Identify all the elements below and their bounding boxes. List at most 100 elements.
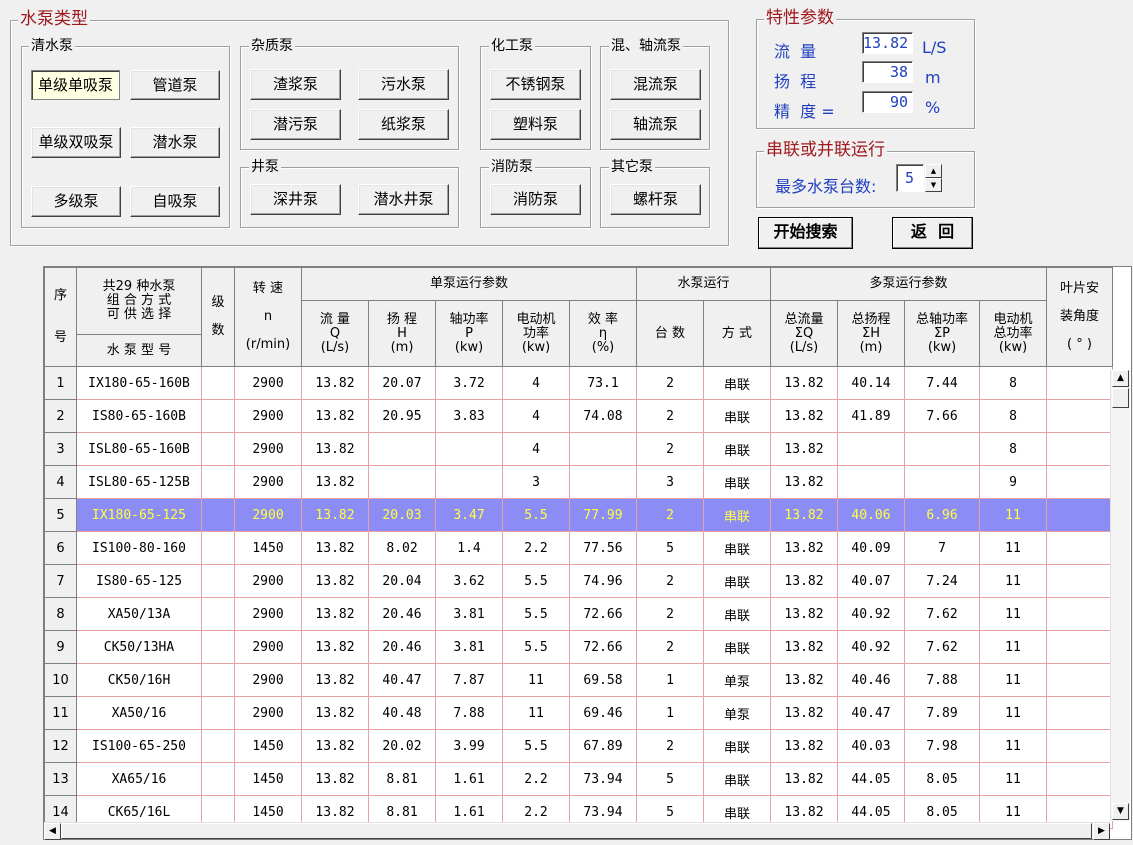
mixed-flow-pump-button[interactable]: 混流泵 (610, 69, 701, 100)
spin-up-button[interactable]: ▲ (925, 164, 942, 178)
col-efficiency-header: 效 率 η (%) (569, 300, 637, 367)
table-row[interactable]: 12 IS100-65-250 1450 13.82 20.02 3.99 5.5 67.89… (44, 729, 1113, 763)
count-cell: 2 (636, 399, 704, 433)
table-row[interactable]: 4 ISL80-65-125B 2900 13.82 3 3 串联 13.82 9 (44, 465, 1113, 499)
slurry-pump-button[interactable]: 渣浆泵 (250, 69, 341, 100)
flow-cell: 13.82 (301, 366, 369, 400)
scroll-left-icon[interactable]: ◀ (44, 823, 61, 840)
speed-cell: 2900 (234, 630, 302, 664)
self-priming-pump-button[interactable]: 自吸泵 (130, 186, 220, 217)
table-row[interactable]: 7 IS80-65-125 2900 13.82 20.04 3.62 5.5 74.96 2 串… (44, 564, 1113, 598)
blade-angle-cell (1046, 399, 1113, 433)
shaft-power-cell: 3.72 (435, 366, 503, 400)
total-head-cell: 40.92 (837, 630, 905, 664)
blade-angle-cell (1046, 696, 1113, 730)
vertical-scrollbar[interactable]: ▲ ▼ (1110, 370, 1130, 821)
fire-pump-button[interactable]: 消防泵 (490, 184, 581, 215)
table-row[interactable]: 2 IS80-65-160B 2900 13.82 20.95 3.83 4 74.08 2 串联… (44, 399, 1113, 433)
col-seq-header: 序号 (44, 267, 77, 367)
table-row[interactable]: 5 IX180-65-125 2900 13.82 20.03 3.47 5.5 77.99 2… (44, 498, 1113, 532)
pump-type-title: 水泵类型 (18, 9, 90, 29)
speed-cell: 2900 (234, 696, 302, 730)
total-flow-cell: 13.82 (770, 630, 838, 664)
stage-cell (201, 597, 235, 631)
motor-power-cell: 11 (502, 663, 570, 697)
precision-input[interactable]: 90 (862, 91, 913, 113)
scroll-down-icon[interactable]: ▼ (1112, 803, 1129, 820)
table-row[interactable]: 6 IS100-80-160 1450 13.82 8.02 1.4 2.2 77.56 5 串联… (44, 531, 1113, 565)
total-flow-cell: 13.82 (770, 465, 838, 499)
head-cell (368, 465, 436, 499)
screw-pump-button[interactable]: 螺杆泵 (610, 184, 701, 215)
vertical-scroll-thumb[interactable] (1112, 388, 1129, 408)
stage-cell (201, 399, 235, 433)
total-head-cell (837, 432, 905, 466)
table-row[interactable]: 3 ISL80-65-160B 2900 13.82 4 2 串联 13.82 8 (44, 432, 1113, 466)
single-stage-double-suction-button[interactable]: 单级双吸泵 (31, 127, 121, 158)
single-stage-single-suction-button[interactable]: 单级单吸泵 (31, 70, 120, 100)
col-stage-header: 级数 (201, 267, 235, 367)
submersible-pump-button[interactable]: 潜水泵 (130, 127, 220, 158)
blade-angle-cell (1046, 432, 1113, 466)
col-speed-header: 转 速 n (r/min) (234, 267, 302, 367)
total-motor-power-cell: 11 (979, 729, 1047, 763)
shaft-power-cell (435, 465, 503, 499)
horizontal-scrollbar[interactable]: ◀ ▶ (44, 822, 1110, 840)
back-button[interactable]: 返 回 (892, 217, 973, 249)
mode-cell: 串联 (703, 432, 771, 466)
row-number: 4 (44, 465, 77, 499)
flow-cell: 13.82 (301, 498, 369, 532)
head-input[interactable]: 38 (862, 61, 913, 83)
submersible-sewage-pump-button[interactable]: 潜污泵 (250, 109, 341, 140)
total-head-cell: 41.89 (837, 399, 905, 433)
row-number: 13 (44, 762, 77, 796)
mode-cell: 单泵 (703, 696, 771, 730)
plastic-pump-button[interactable]: 塑料泵 (490, 109, 581, 140)
blade-angle-cell (1046, 465, 1113, 499)
mode-cell: 串联 (703, 762, 771, 796)
stainless-steel-pump-button[interactable]: 不锈钢泵 (490, 69, 581, 100)
max-pump-count-input[interactable]: 5 (896, 164, 924, 192)
col-total-motor-power-header: 电动机 总功率 (kw) (979, 300, 1047, 367)
multistage-pump-button[interactable]: 多级泵 (31, 186, 121, 217)
flow-cell: 13.82 (301, 663, 369, 697)
table-row[interactable]: 9 CK50/13HA 2900 13.82 20.46 3.81 5.5 72.66 2 串联 1… (44, 630, 1113, 664)
sewage-pump-button[interactable]: 污水泵 (358, 69, 449, 100)
table-row[interactable]: 1 IX180-65-160B 2900 13.82 20.07 3.72 4 73.1 2 串联… (44, 366, 1113, 400)
table-row[interactable]: 10 CK50/16H 2900 13.82 40.47 7.87 11 69.58 1 单泵 13… (44, 663, 1113, 697)
flow-input[interactable]: 13.82 (862, 32, 913, 54)
total-flow-cell: 13.82 (770, 564, 838, 598)
total-flow-cell: 13.82 (770, 762, 838, 796)
total-shaft-power-cell: 7.62 (904, 630, 980, 664)
col-total-head-header: 总扬程 ΣH (m) (837, 300, 905, 367)
col-model-summary-header: 共29 种水泵组 合 方 式可 供 选 择 (76, 267, 202, 335)
stage-cell (201, 564, 235, 598)
row-number: 8 (44, 597, 77, 631)
table-row[interactable]: 11 XA50/16 2900 13.82 40.48 7.88 11 69.46 1 单泵 13.… (44, 696, 1113, 730)
axial-flow-pump-button[interactable]: 轴流泵 (610, 109, 701, 140)
speed-cell: 2900 (234, 465, 302, 499)
submersible-well-pump-button[interactable]: 潜水井泵 (358, 184, 449, 215)
row-number: 1 (44, 366, 77, 400)
count-cell: 2 (636, 630, 704, 664)
total-motor-power-cell: 11 (979, 630, 1047, 664)
spin-down-button[interactable]: ▼ (925, 178, 942, 192)
scroll-right-icon[interactable]: ▶ (1093, 823, 1110, 840)
table-row[interactable]: 8 XA50/13A 2900 13.82 20.46 3.81 5.5 72.66 2 串联 13… (44, 597, 1113, 631)
blade-angle-cell (1046, 762, 1113, 796)
blade-angle-cell (1046, 729, 1113, 763)
row-number: 7 (44, 564, 77, 598)
shaft-power-cell: 3.47 (435, 498, 503, 532)
speed-cell: 2900 (234, 498, 302, 532)
total-head-cell: 40.07 (837, 564, 905, 598)
scroll-up-icon[interactable]: ▲ (1112, 370, 1129, 387)
row-number: 5 (44, 498, 77, 532)
table-row[interactable]: 13 XA65/16 1450 13.82 8.81 1.61 2.2 73.94 5 串联 13.… (44, 762, 1113, 796)
pipeline-pump-button[interactable]: 管道泵 (130, 70, 220, 100)
speed-cell: 2900 (234, 564, 302, 598)
start-search-button[interactable]: 开始搜索 (758, 217, 853, 249)
pulp-pump-button[interactable]: 纸浆泵 (358, 109, 449, 140)
deep-well-pump-button[interactable]: 深井泵 (250, 184, 341, 215)
results-grid[interactable]: 序号 共29 种水泵组 合 方 式可 供 选 择 级数 转 速 n (r/min) … (43, 266, 1132, 840)
horizontal-scroll-thumb[interactable] (61, 823, 1092, 839)
